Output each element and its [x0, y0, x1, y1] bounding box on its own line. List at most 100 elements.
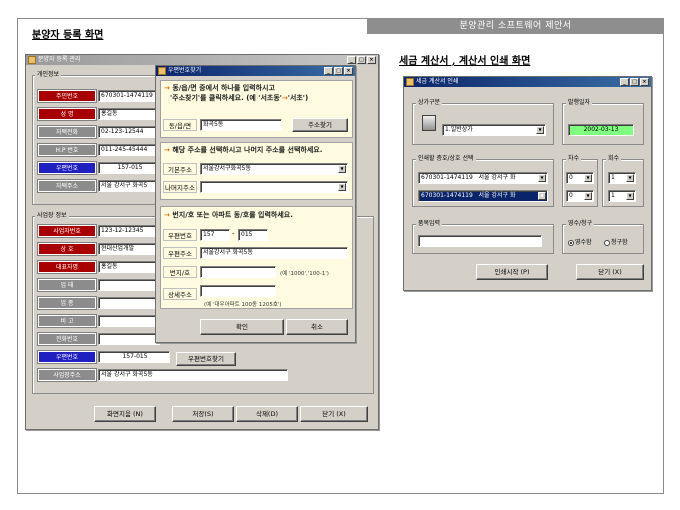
- personal-label-5: 자택주소: [37, 179, 97, 193]
- chevron-down-icon[interactable]: ▼: [338, 183, 346, 191]
- zipcode-part2-input[interactable]: 015: [238, 229, 268, 241]
- count-combo-2[interactable]: 1 ▼: [608, 190, 636, 202]
- start-print-button[interactable]: 인쇄시작 (P): [476, 264, 548, 280]
- bunji-hint: (예 '1000','100-1'): [280, 271, 329, 277]
- registration-titlebar: 분양자 등록 관리 _ □ ×: [26, 55, 378, 65]
- issue-date-label: 발행일자: [566, 99, 593, 107]
- business-field-6[interactable]: [98, 333, 160, 345]
- business-label-3: 업 태: [37, 278, 97, 292]
- dialog-close-button[interactable]: ×: [344, 67, 353, 75]
- minimize-button[interactable]: _: [620, 78, 629, 86]
- item-input[interactable]: [418, 235, 542, 247]
- shop-type-label: 상가구분: [416, 99, 443, 107]
- find-address-button[interactable]: 주소찾기: [292, 118, 348, 132]
- zip-search-button[interactable]: 우편번호찾기: [176, 352, 236, 366]
- close-window-button[interactable]: ×: [367, 56, 376, 64]
- personal-field-0[interactable]: 670301-1474119: [98, 90, 160, 102]
- zip-step3-instruction: → 번지/호 또는 아파트 동/호를 입력하세요.: [164, 211, 293, 219]
- arrow-right-icon: →: [164, 84, 170, 92]
- business-field-5[interactable]: [98, 315, 160, 327]
- chevron-down-icon[interactable]: ▼: [536, 126, 544, 134]
- business-field-7[interactable]: 157-015: [98, 351, 170, 363]
- select-row-1[interactable]: 670301-1474119 서울 강서구 화 ▼: [418, 172, 548, 184]
- cancel-button[interactable]: 취소: [286, 319, 348, 335]
- zip-dialog-titlebar: 우편번호찾기 _ □ ×: [156, 66, 355, 76]
- business-info-label: 사업장 정보: [35, 212, 69, 220]
- bunji-input[interactable]: [200, 266, 276, 278]
- chevron-down-icon[interactable]: ▼: [626, 174, 634, 182]
- business-field-0[interactable]: 123-12-12345: [98, 225, 160, 237]
- select-row-2[interactable]: 670301-1474119 서울 강서구 화 ▼: [418, 190, 548, 202]
- reset-screen-button[interactable]: 화면지움 (N): [94, 406, 156, 422]
- close-window-button[interactable]: ×: [640, 78, 649, 86]
- detail-address-label: 상세주소: [163, 288, 197, 300]
- shop-type-combo[interactable]: 1.일반상가 ▼: [442, 124, 546, 136]
- issue-date-field[interactable]: 2002-03-13: [568, 124, 634, 136]
- personal-label-2: 자택전화: [37, 125, 97, 139]
- business-label-6: 전화번호: [37, 332, 97, 346]
- chevron-down-icon[interactable]: ▼: [584, 192, 592, 200]
- personal-field-2[interactable]: 02-123-12544: [98, 126, 160, 138]
- dong-input[interactable]: 화곡5동: [200, 119, 282, 131]
- chevron-down-icon[interactable]: ▼: [538, 192, 546, 200]
- invoice-print-window: 세금 계산서 인쇄 _ □ × 상가구분 1.일반상가 ▼ 발행일자 2002-…: [403, 76, 652, 291]
- receipt-label: 영수/청구: [566, 220, 595, 228]
- business-label-8: 사업장주소: [37, 368, 97, 382]
- round-combo-2[interactable]: 0 ▼: [566, 190, 594, 202]
- receipt-option-paid[interactable]: 영수함: [568, 237, 592, 246]
- heading-invoice-print-screen: 세금 계산서 , 계산서 인쇄 화면: [399, 56, 531, 67]
- bunji-label: 번지/호: [163, 266, 197, 278]
- personal-field-4[interactable]: 157-015: [98, 162, 160, 174]
- minimize-button[interactable]: _: [347, 56, 356, 64]
- business-label-1: 상 호: [37, 242, 97, 256]
- count-combo-1[interactable]: 1 ▼: [608, 172, 636, 184]
- round-label: 차수: [566, 155, 582, 163]
- delete-button[interactable]: 삭제(D): [236, 406, 298, 422]
- receipt-option-claim[interactable]: 청구함: [604, 237, 628, 246]
- business-field-3[interactable]: [98, 279, 160, 291]
- business-field-4[interactable]: [98, 297, 160, 309]
- maximize-button[interactable]: □: [630, 78, 639, 86]
- business-field-2[interactable]: 홍길동: [98, 261, 160, 273]
- count-label: 회수: [606, 155, 622, 163]
- close-button[interactable]: 닫기 (X): [300, 406, 368, 422]
- business-field-1[interactable]: 현대산업개발: [98, 243, 160, 255]
- rest-address-combo[interactable]: ▼: [200, 181, 348, 193]
- zip-step1-example: '주소찾기'를 클릭하세요. (예 '서초동'→'서초'): [170, 94, 309, 102]
- detail-address-input[interactable]: [200, 285, 276, 297]
- print-close-button[interactable]: 닫기 (X): [576, 264, 644, 280]
- personal-field-5[interactable]: 서울 강서구 화곡5: [98, 180, 160, 192]
- basic-address-combo[interactable]: 서울강서구화곡5동 ▼: [200, 163, 348, 175]
- personal-field-1[interactable]: 홍길동: [98, 108, 160, 120]
- personal-label-3: H.P 번호: [37, 143, 97, 157]
- business-label-7: 우편번호: [37, 350, 97, 364]
- business-field-8[interactable]: 서울 강서구 화곡5동: [98, 369, 288, 381]
- save-button[interactable]: 저장(S): [172, 406, 234, 422]
- dialog-minimize-button[interactable]: _: [324, 67, 333, 75]
- personal-info-label: 개인정보: [35, 71, 62, 79]
- chevron-down-icon[interactable]: ▼: [584, 174, 592, 182]
- dialog-icon: [158, 67, 166, 75]
- rest-address-label: 나머지주소: [163, 181, 197, 193]
- heading-registration-screen: 분양자 등록 화면: [32, 30, 104, 41]
- app-icon: [28, 56, 36, 64]
- zip-step2-instruction: → 해당 주소를 선택하시고 나머지 주소를 선택하세요.: [164, 146, 323, 154]
- printer-icon: [422, 115, 436, 131]
- ok-button[interactable]: 확인: [200, 319, 284, 335]
- chevron-down-icon[interactable]: ▼: [538, 174, 546, 182]
- detail-address-hint: (예 '대우아파트 100동 1205호'): [204, 302, 282, 308]
- personal-field-3[interactable]: 011-245-45444: [98, 144, 160, 156]
- dong-label: 동/읍/면: [163, 119, 197, 131]
- zip-step1-instruction: → 동/읍/면 중에서 하나를 입력하시고: [164, 84, 275, 92]
- app-icon: [406, 78, 414, 86]
- chevron-down-icon[interactable]: ▼: [626, 192, 634, 200]
- zipcode-part1-input[interactable]: 157: [200, 229, 230, 241]
- postal-address-input[interactable]: 서울강서구 화곡5동: [200, 247, 348, 259]
- chevron-down-icon[interactable]: ▼: [338, 165, 346, 173]
- maximize-button[interactable]: □: [357, 56, 366, 64]
- personal-label-0: 주민번호: [37, 89, 97, 103]
- proposal-banner: 분양관리 소프트웨어 제안서: [367, 18, 664, 34]
- dialog-maximize-button[interactable]: □: [334, 67, 343, 75]
- round-combo-1[interactable]: 0 ▼: [566, 172, 594, 184]
- zipcode-label: 우편번호: [163, 229, 197, 241]
